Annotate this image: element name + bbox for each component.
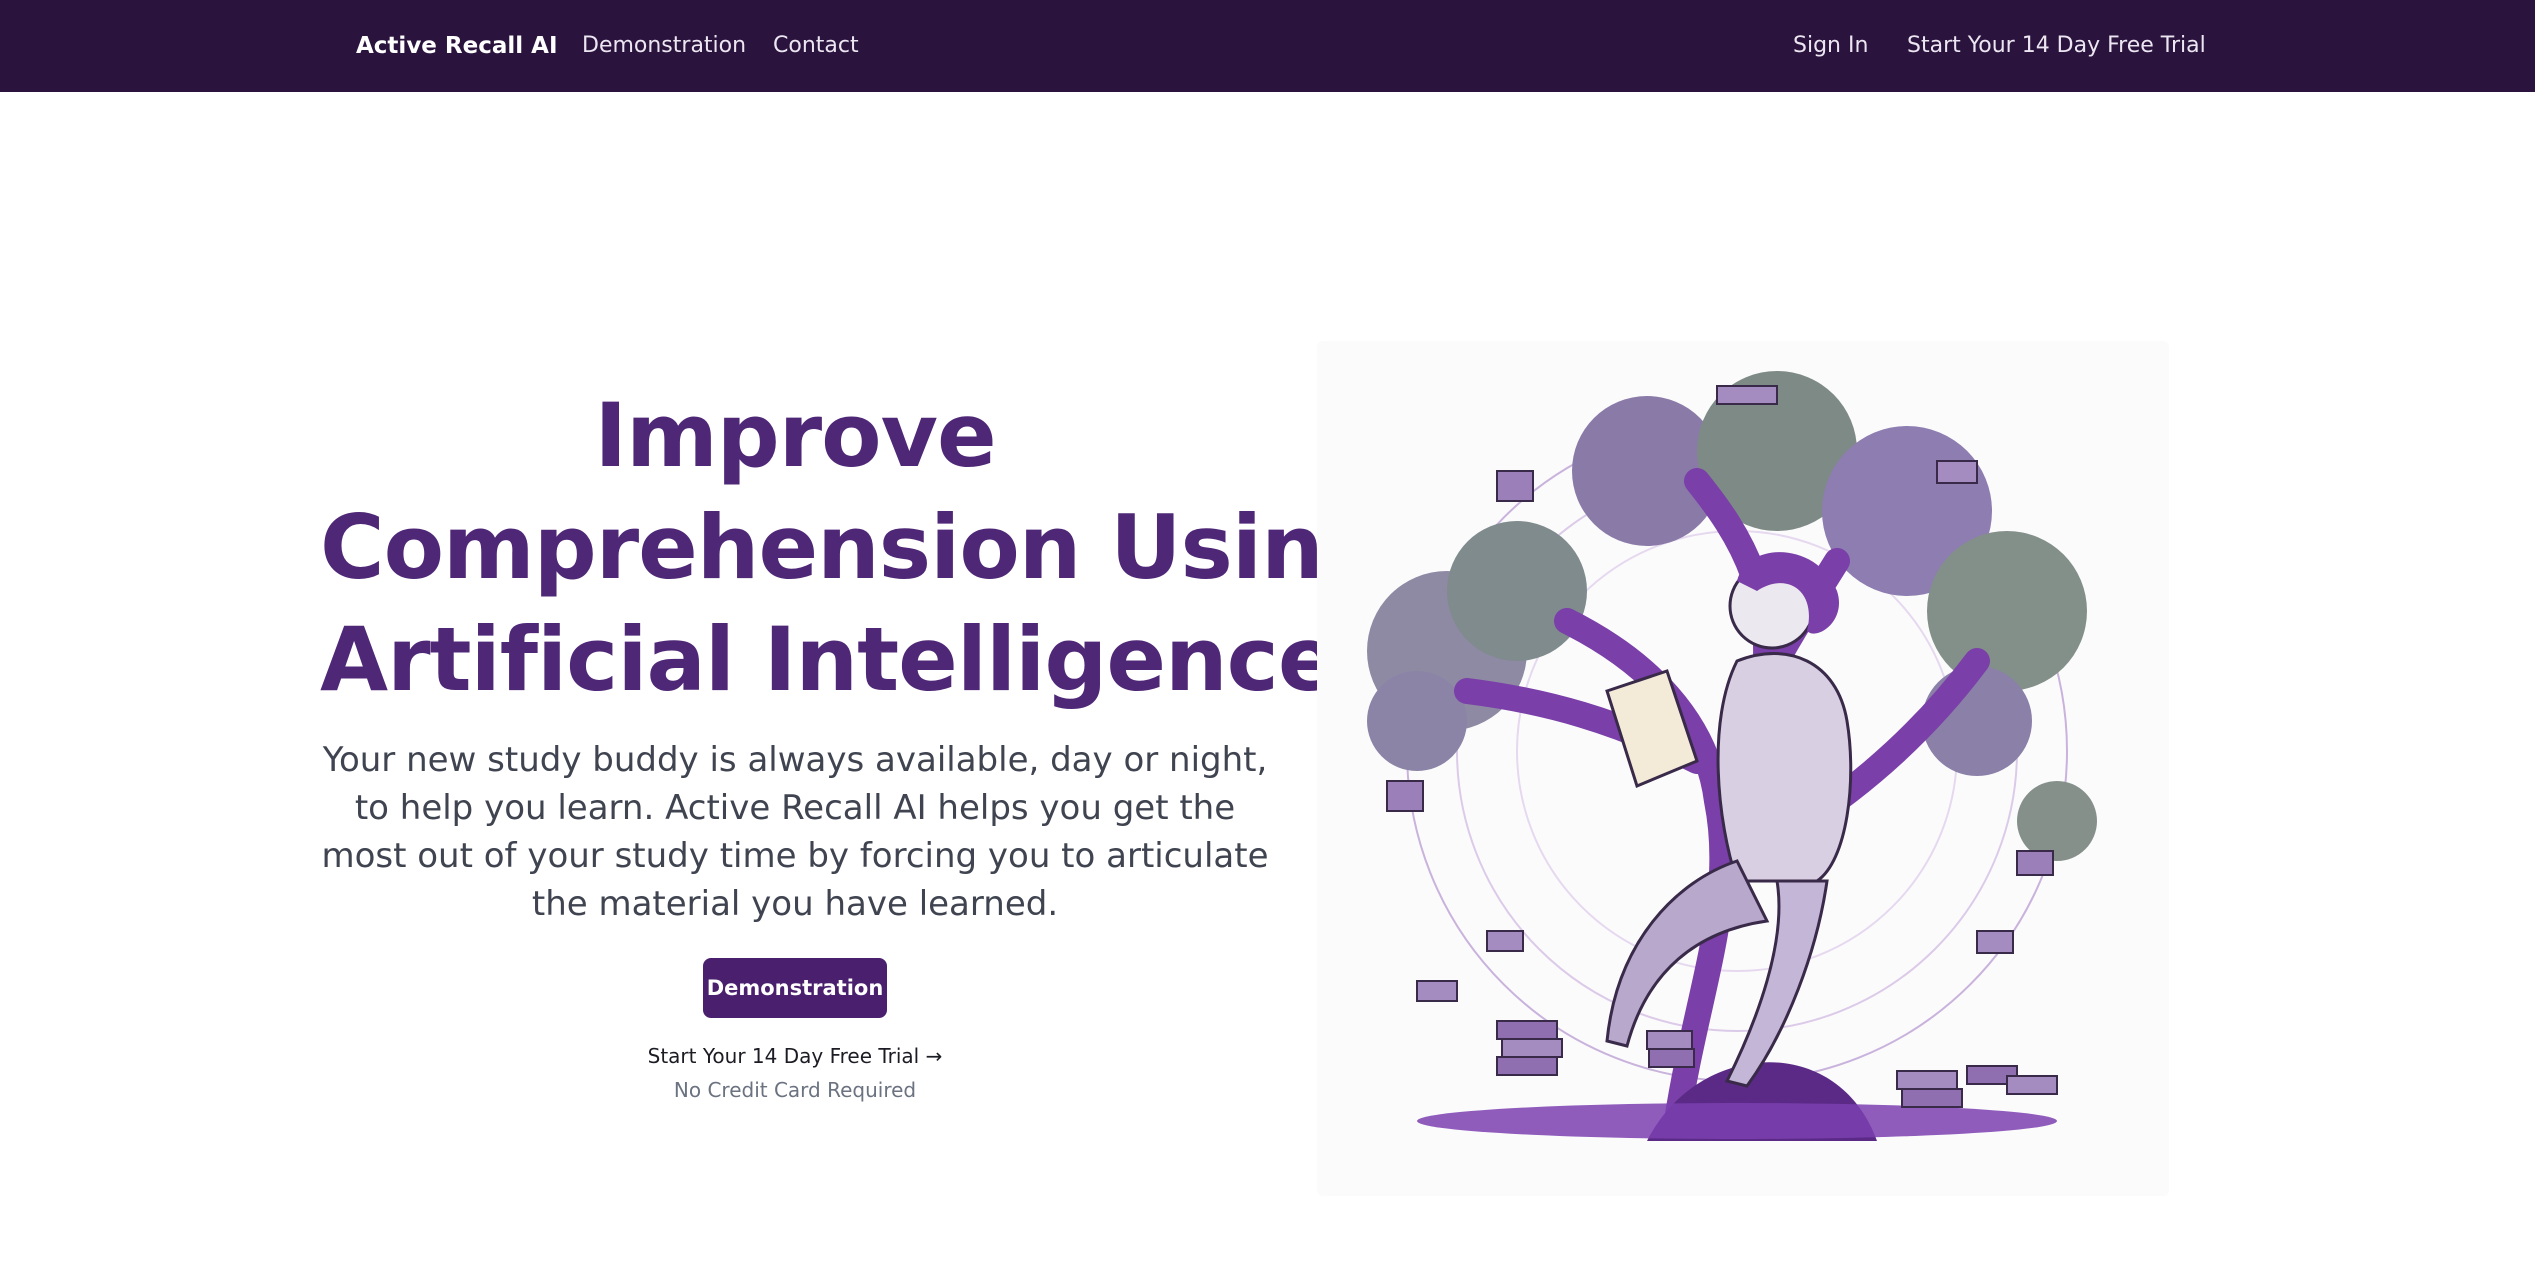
foliage-cluster [1927, 531, 2087, 691]
book-stack [1648, 1048, 1695, 1068]
foliage-cluster [1367, 671, 1467, 771]
book-stack [1896, 1070, 1958, 1090]
hero-subtitle: Your new study buddy is always available… [321, 740, 1269, 924]
woman-reading-under-tree-illustration [1317, 341, 2169, 1196]
floating-book [1716, 385, 1778, 405]
demonstration-button[interactable]: Demonstration [703, 958, 887, 1018]
book-stack [1496, 1056, 1558, 1076]
nav-link-sign-in[interactable]: Sign In [1793, 0, 1868, 92]
floating-book [1496, 470, 1534, 502]
hero-title-line-1: Improve [594, 384, 996, 487]
hero-title-line-2: Comprehension Using [320, 496, 1386, 599]
book-stack [2006, 1075, 2058, 1095]
foliage-cluster [1447, 521, 1587, 661]
book-stack [1496, 1020, 1558, 1040]
book-stack [1646, 1030, 1693, 1050]
book-stack [1901, 1088, 1963, 1108]
floating-book [1386, 780, 1424, 812]
nav-link-contact[interactable]: Contact [773, 0, 859, 92]
floating-book [1976, 930, 2014, 954]
brand-logo-link[interactable]: Active Recall AI [356, 0, 558, 92]
floating-book [2016, 850, 2054, 876]
foliage-cluster [2017, 781, 2097, 861]
top-navbar: Active Recall AI Demonstration Contact S… [0, 0, 2535, 92]
illustration-svg [1367, 371, 2097, 1141]
hero-title-line-3: Artificial Intelligence [320, 608, 1338, 711]
ground-shadow [1417, 1103, 2057, 1139]
nav-link-demonstration[interactable]: Demonstration [582, 0, 746, 92]
floating-book [1936, 460, 1978, 484]
floating-book [1486, 930, 1524, 952]
nav-link-free-trial[interactable]: Start Your 14 Day Free Trial [1907, 0, 2206, 92]
book-stack [1501, 1038, 1563, 1058]
woman-torso [1716, 652, 1853, 883]
hero-section: Improve Comprehension Using Artificial I… [320, 380, 1386, 1102]
hero-title: Improve Comprehension Using Artificial I… [320, 380, 1386, 716]
free-trial-link[interactable]: Start Your 14 Day Free Trial → [320, 1044, 1270, 1068]
floating-book [1416, 980, 1458, 1002]
no-credit-card-note: No Credit Card Required [673, 1078, 917, 1102]
